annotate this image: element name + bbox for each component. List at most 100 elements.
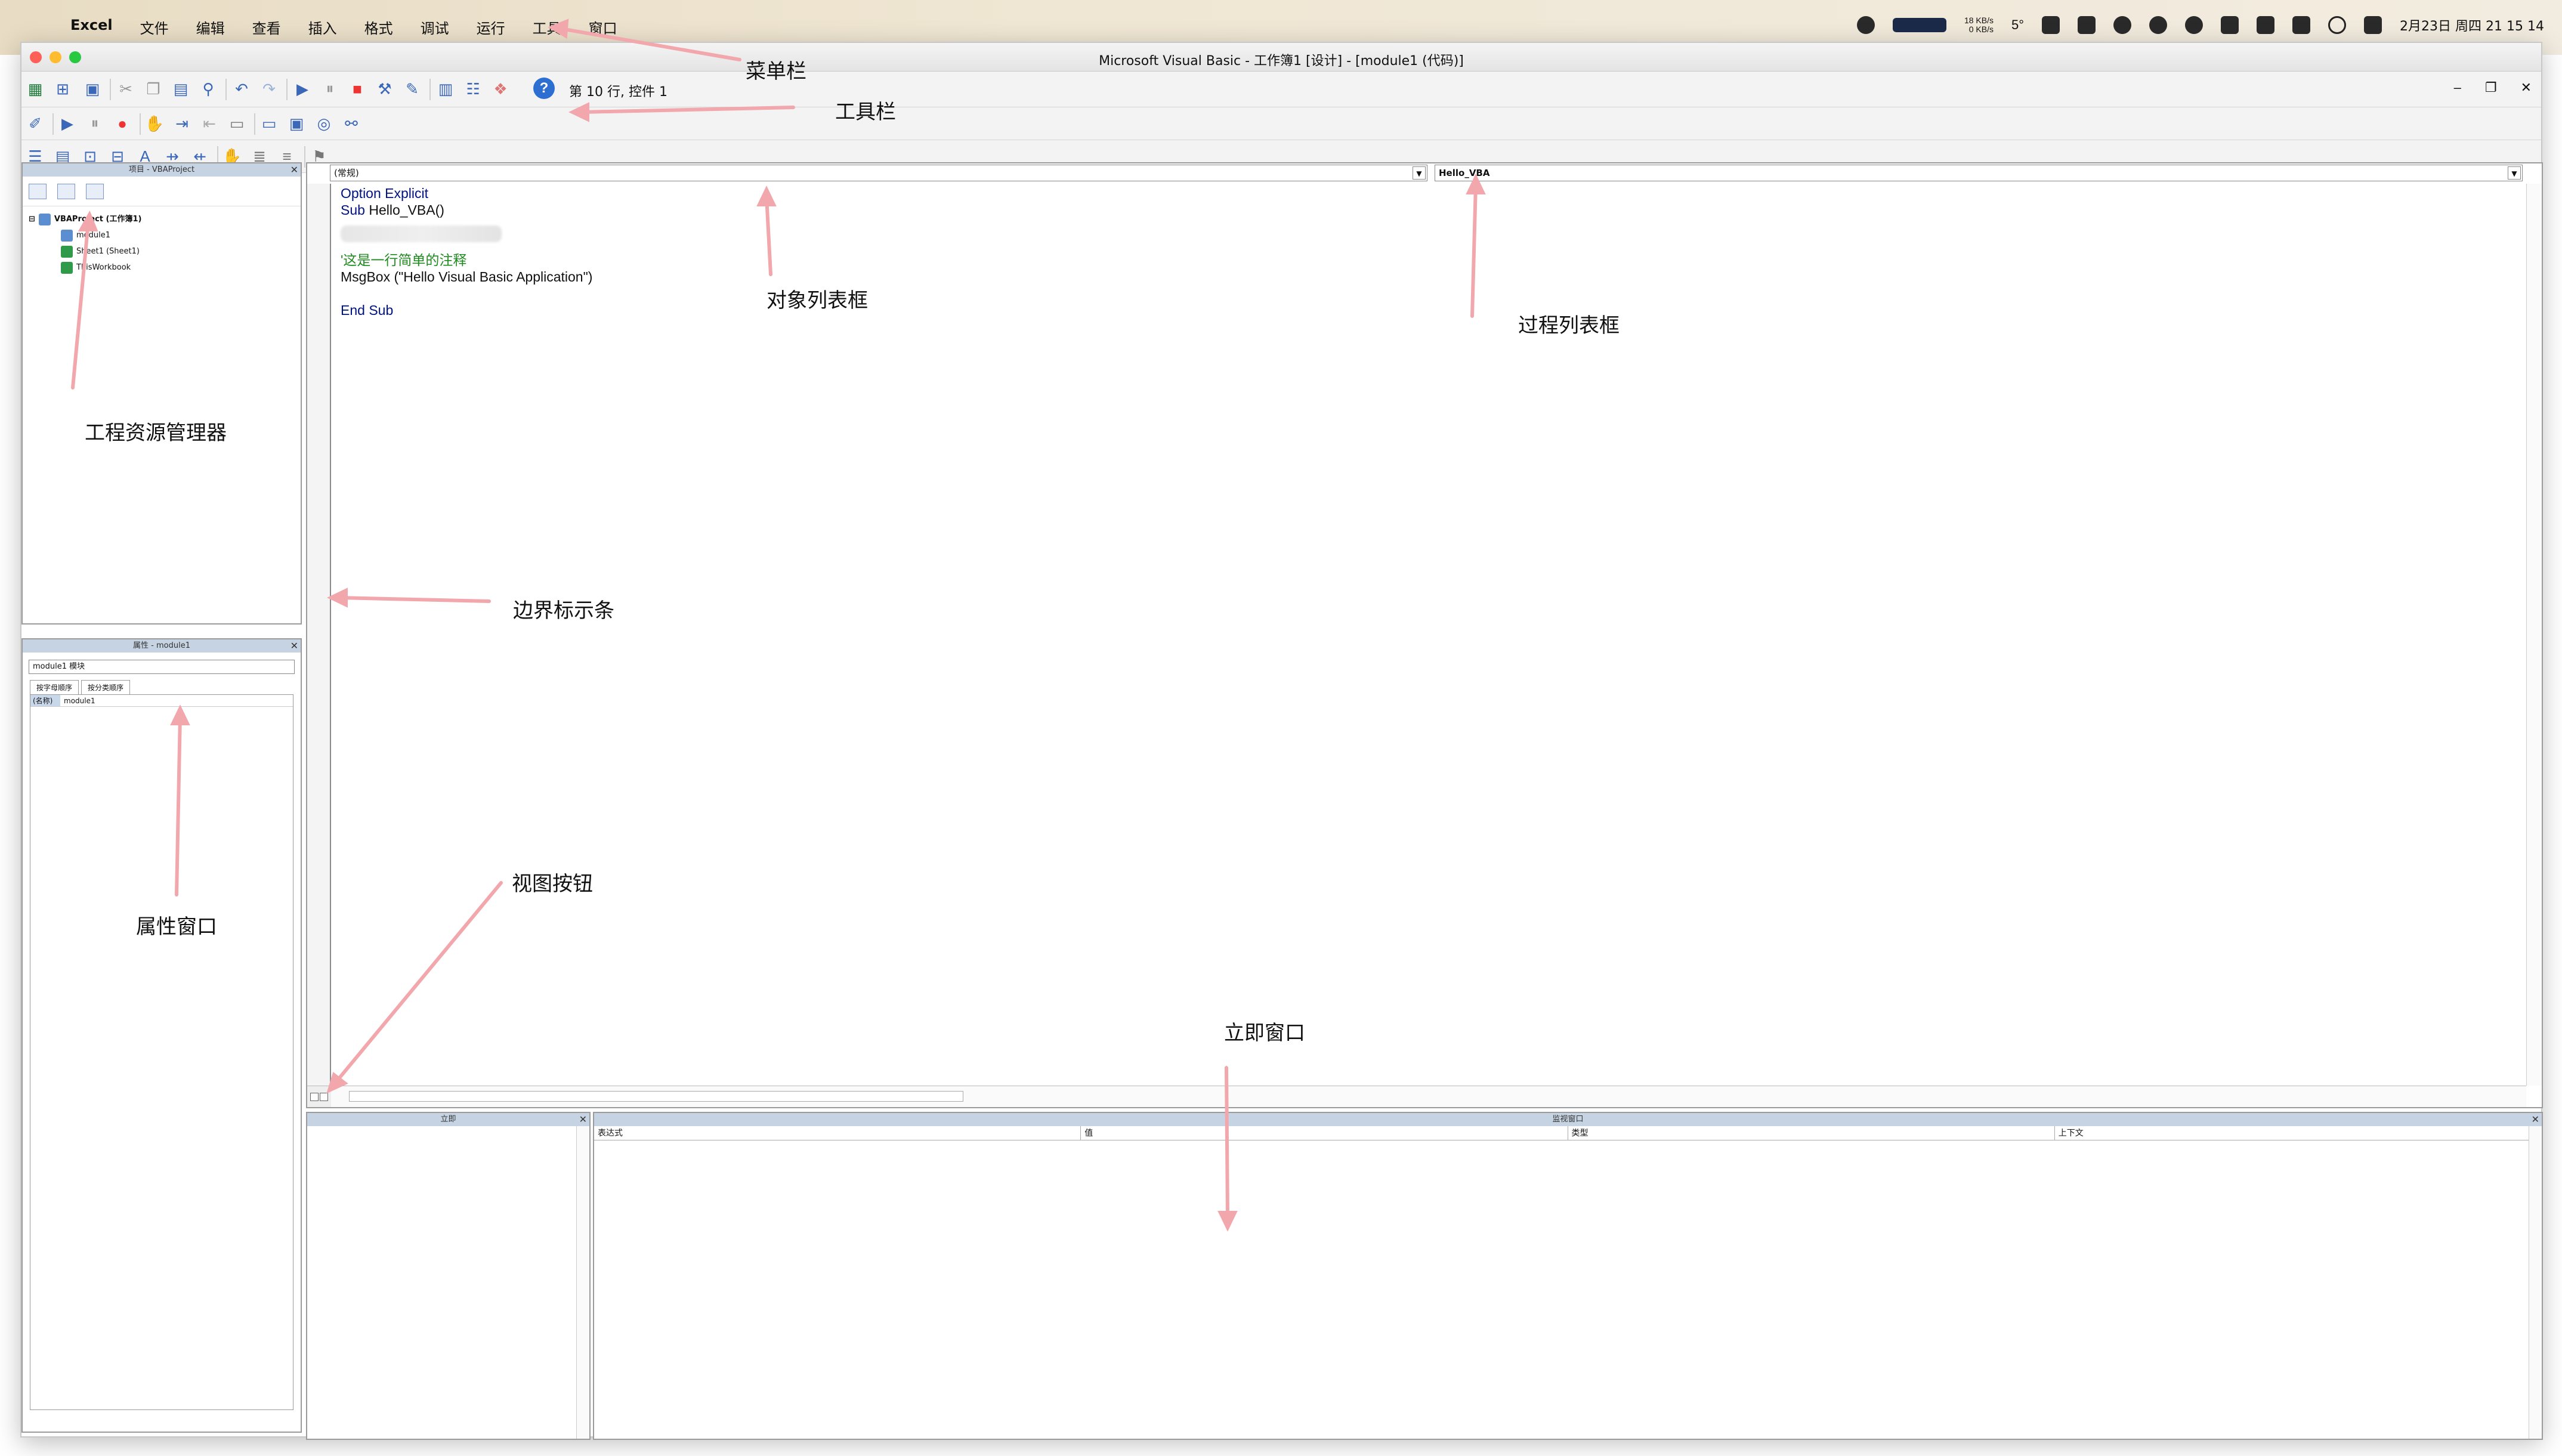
tree-item-sheet1[interactable]: Sheet1 (Sheet1)	[29, 243, 295, 259]
copy-icon[interactable]: ❐	[143, 79, 163, 99]
immediate-window-icon[interactable]: ▣	[286, 113, 307, 134]
object-list-combo[interactable]: (常规) ▼	[330, 165, 1427, 181]
object-browser-icon[interactable]: ❖	[490, 79, 511, 99]
chevron-down-icon[interactable]: ▼	[1413, 166, 1426, 180]
pause-icon[interactable]: ⏸	[85, 113, 105, 134]
immediate-window[interactable]: 立即 ✕	[306, 1112, 591, 1440]
procedure-view-button[interactable]	[310, 1092, 319, 1101]
debug-toolbar: ✐ ▶ ⏸ ● ✋ ⇥ ⇤ ▭ ▭ ▣ ◎ ⚯	[21, 107, 2541, 140]
quick-watch-icon[interactable]: ⚯	[341, 113, 361, 134]
full-module-view-button[interactable]	[320, 1092, 328, 1101]
camera-icon[interactable]	[2257, 16, 2275, 34]
step-over-icon[interactable]: ⇤	[199, 113, 220, 134]
step-out-icon[interactable]: ▭	[227, 113, 247, 134]
redo-icon[interactable]: ↷	[259, 79, 279, 99]
view-code-icon[interactable]	[29, 184, 47, 199]
bell-icon[interactable]	[2149, 16, 2168, 34]
status-app-icon[interactable]	[1856, 16, 1875, 34]
undo-icon[interactable]: ↶	[231, 79, 252, 99]
column-expression[interactable]: 表达式	[594, 1126, 1081, 1140]
watch-window-icon[interactable]: ◎	[314, 113, 334, 134]
object-select[interactable]: module1 模块	[29, 660, 295, 674]
close-icon[interactable]: ✕	[290, 163, 298, 177]
toggle-folders-icon[interactable]	[86, 184, 104, 199]
view-object-icon[interactable]	[57, 184, 75, 199]
vertical-scrollbar[interactable]	[576, 1126, 589, 1439]
module-icon	[61, 229, 73, 242]
design-mode-icon[interactable]: ⚒	[375, 79, 395, 99]
design-mode2-icon[interactable]: ✎	[402, 79, 422, 99]
menu-file[interactable]: 文件	[140, 17, 169, 38]
vpn-icon[interactable]	[2185, 16, 2203, 34]
column-type[interactable]: 类型	[1568, 1126, 2055, 1140]
menu-window[interactable]: 窗口	[589, 17, 617, 38]
insert-module-icon[interactable]: ⊞	[52, 79, 73, 99]
stop-icon[interactable]: ●	[112, 113, 132, 134]
input-method-icon[interactable]	[2292, 16, 2311, 34]
properties-icon[interactable]: ☷	[463, 79, 483, 99]
minimize-icon[interactable]: –	[2454, 80, 2461, 95]
paste-icon[interactable]: ▤	[171, 79, 191, 99]
clock[interactable]: 2月23日 周四 21 15 14	[2400, 16, 2544, 35]
properties-header: 属性 - module1 ✕	[23, 639, 301, 653]
tab-alphabetic[interactable]: 按字母顺序	[30, 680, 79, 694]
design-icon[interactable]: ✐	[25, 113, 45, 134]
cpu-meter-icon[interactable]	[1892, 18, 1946, 32]
close-icon[interactable]: ✕	[2532, 1113, 2539, 1126]
menu-run[interactable]: 运行	[477, 17, 505, 38]
project-tree: ⊟ VBAProject (工作簿1) module1 Sheet1 (Sheet…	[23, 206, 301, 280]
toggle-breakpoint-icon[interactable]: ✋	[144, 113, 165, 134]
property-row[interactable]: (名称) module1	[30, 695, 293, 707]
vertical-scrollbar[interactable]	[2526, 184, 2542, 1086]
chat-icon[interactable]	[2042, 16, 2060, 34]
project-explorer-icon[interactable]: ▥	[435, 79, 456, 99]
margin-indicator-bar[interactable]	[307, 184, 331, 1086]
reset-icon[interactable]: ■	[347, 79, 367, 99]
weather-temp[interactable]: 5°	[2011, 17, 2024, 33]
tree-root[interactable]: ⊟ VBAProject (工作簿1)	[29, 211, 295, 227]
cat-icon[interactable]	[2221, 16, 2239, 34]
menu-edit[interactable]: 编辑	[196, 17, 225, 38]
property-grid: (名称) module1	[30, 694, 293, 1410]
save-icon[interactable]: ▣	[82, 79, 103, 99]
wifi-icon[interactable]	[2328, 16, 2347, 34]
control-center-icon[interactable]	[2364, 16, 2382, 34]
break-icon[interactable]: ⏸	[320, 79, 340, 99]
menu-debug[interactable]: 调试	[421, 17, 449, 38]
close-icon[interactable]: ✕	[290, 639, 298, 653]
help-icon[interactable]: ?	[533, 78, 555, 99]
chevron-down-icon[interactable]: ▼	[2508, 166, 2521, 180]
run-sub-icon[interactable]: ▶	[57, 113, 78, 134]
restore-icon[interactable]: ❐	[2485, 80, 2497, 95]
menu-view[interactable]: 查看	[252, 17, 281, 38]
cut-icon[interactable]: ✂	[116, 79, 136, 99]
watch-window: 监视窗口 ✕ 表达式 值 类型 上下文	[593, 1112, 2543, 1440]
menu-excel[interactable]: Excel	[70, 17, 113, 38]
tab-categorized[interactable]: 按分类顺序	[81, 680, 131, 694]
find-icon[interactable]: ⚲	[198, 79, 218, 99]
run-icon[interactable]: ▶	[292, 79, 313, 99]
step-into-icon[interactable]: ⇥	[172, 113, 192, 134]
tree-item-module1[interactable]: module1	[29, 227, 295, 243]
close-icon[interactable]: ✕	[579, 1113, 587, 1126]
workbook-icon	[61, 261, 73, 274]
close-icon[interactable]: ✕	[2521, 80, 2532, 95]
procedure-list-combo[interactable]: Hello_VBA ▼	[1435, 165, 2523, 181]
network-speed[interactable]: 18 KB/s 0 KB/s	[1964, 16, 1994, 34]
display-icon[interactable]	[2078, 16, 2096, 34]
locals-window-icon[interactable]: ▭	[259, 113, 279, 134]
menu-tools[interactable]: 工具	[533, 17, 561, 38]
horizontal-scrollbar[interactable]	[331, 1086, 2526, 1107]
menu-format[interactable]: 格式	[364, 17, 393, 38]
vbe-window: Microsoft Visual Basic - 工作簿1 [设计] - [mo…	[20, 42, 2543, 1440]
column-context[interactable]: 上下文	[2055, 1126, 2542, 1140]
code-editor[interactable]: Option Explicit Sub Hello_VBA() '这是一行简单的…	[341, 185, 592, 319]
vertical-scrollbar[interactable]	[2529, 1126, 2542, 1439]
wechat-icon[interactable]	[2113, 16, 2132, 34]
column-value[interactable]: 值	[1081, 1126, 1568, 1140]
menu-insert[interactable]: 插入	[308, 17, 337, 38]
sheet-icon	[61, 245, 73, 258]
excel-icon[interactable]: ▦	[25, 79, 45, 99]
code-line: Option Explicit	[341, 186, 429, 201]
tree-item-thisworkbook[interactable]: ThisWorkbook	[29, 259, 295, 276]
